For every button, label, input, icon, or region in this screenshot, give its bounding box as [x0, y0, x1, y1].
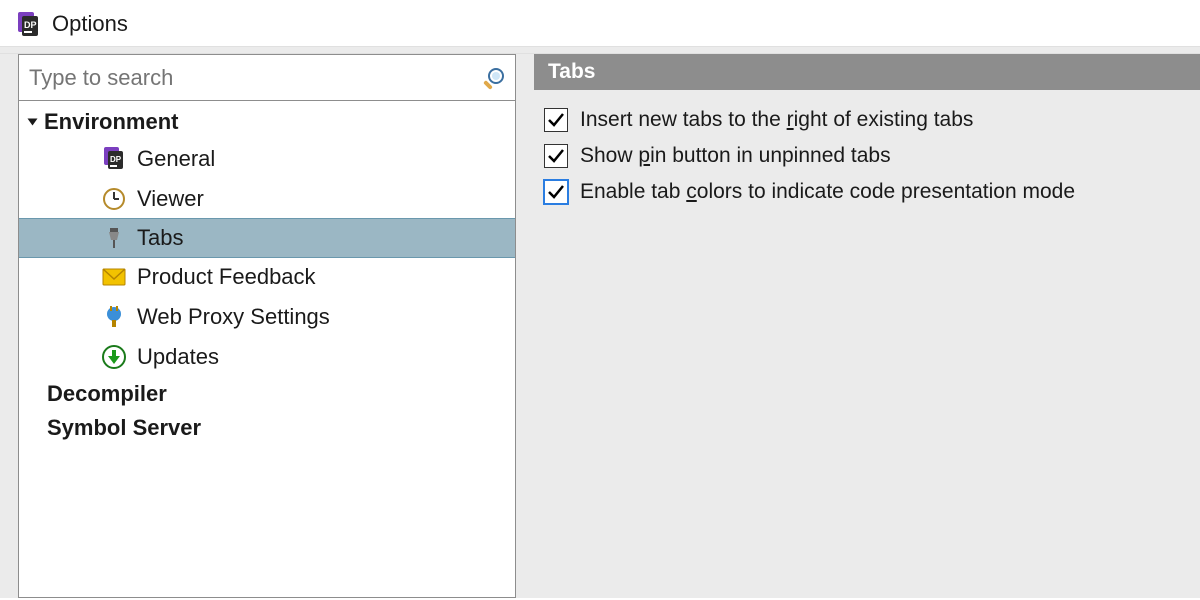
- tree-item-label: Updates: [137, 344, 219, 370]
- tree: Environment DP General: [19, 101, 515, 445]
- svg-text:DP: DP: [24, 20, 37, 30]
- option-label[interactable]: Enable tab colors to indicate code prese…: [580, 180, 1075, 204]
- expand-arrow-icon: [28, 119, 38, 126]
- window-title: Options: [52, 11, 128, 37]
- clock-icon: [101, 186, 127, 212]
- checkbox-tab-colors[interactable]: [544, 180, 568, 204]
- left-panel: Environment DP General: [18, 54, 516, 598]
- checkbox-insert-right[interactable]: [544, 108, 568, 132]
- right-panel: Tabs Insert new tabs to the right of exi…: [534, 54, 1200, 598]
- search-input[interactable]: [27, 61, 481, 95]
- plug-icon: [101, 304, 127, 330]
- tree-category-label: Decompiler: [47, 381, 167, 407]
- option-tab-colors: Enable tab colors to indicate code prese…: [544, 174, 1190, 210]
- options-area: Insert new tabs to the right of existing…: [534, 90, 1200, 222]
- body: Environment DP General: [0, 54, 1200, 598]
- search-icon[interactable]: [481, 65, 507, 91]
- svg-text:DP: DP: [110, 155, 122, 164]
- tree-category-label: Symbol Server: [47, 415, 201, 441]
- separator: [0, 46, 1200, 54]
- option-show-pin: Show pin button in unpinned tabs: [544, 138, 1190, 174]
- tree-item-feedback[interactable]: Product Feedback: [19, 257, 515, 297]
- tree-item-label: Viewer: [137, 186, 204, 212]
- tree-item-label: Web Proxy Settings: [137, 304, 330, 330]
- tree-item-proxy[interactable]: Web Proxy Settings: [19, 297, 515, 337]
- right-panel-header: Tabs: [534, 54, 1200, 90]
- download-icon: [101, 344, 127, 370]
- titlebar: DP Options: [0, 0, 1200, 46]
- option-label[interactable]: Show pin button in unpinned tabs: [580, 144, 891, 168]
- tree-item-tabs[interactable]: Tabs: [19, 218, 515, 258]
- tree-item-general[interactable]: DP General: [19, 139, 515, 179]
- search-row: [19, 55, 515, 101]
- tree-category-decompiler[interactable]: Decompiler: [19, 377, 515, 411]
- tree-item-label: Tabs: [137, 225, 183, 251]
- checkbox-show-pin[interactable]: [544, 144, 568, 168]
- app-small-icon: DP: [101, 146, 127, 172]
- tree-item-viewer[interactable]: Viewer: [19, 179, 515, 219]
- tree-item-updates[interactable]: Updates: [19, 337, 515, 377]
- tree-category-symbolserver[interactable]: Symbol Server: [19, 411, 515, 445]
- app-icon: DP: [14, 10, 42, 38]
- tree-item-label: General: [137, 146, 215, 172]
- tree-category-label: Environment: [44, 109, 178, 135]
- tree-item-label: Product Feedback: [137, 264, 316, 290]
- pin-icon: [101, 225, 127, 251]
- option-label[interactable]: Insert new tabs to the right of existing…: [580, 108, 973, 132]
- tree-category-environment[interactable]: Environment: [19, 105, 515, 139]
- mail-icon: [101, 264, 127, 290]
- option-insert-right: Insert new tabs to the right of existing…: [544, 102, 1190, 138]
